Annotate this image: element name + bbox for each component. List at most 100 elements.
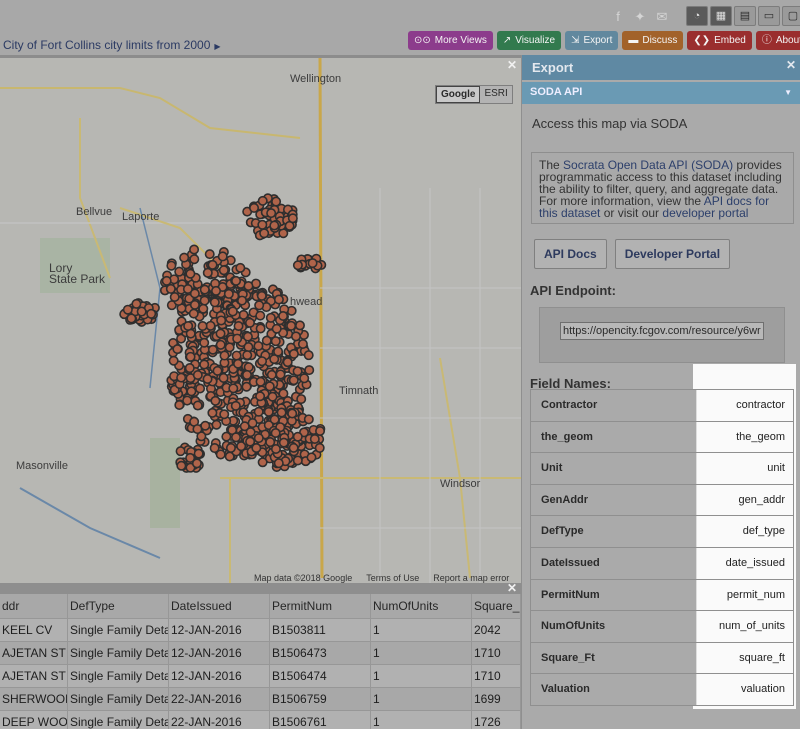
table-row[interactable]: AJETAN ST Single Family Detac 12-JAN-201… bbox=[0, 642, 521, 665]
api-endpoint-field[interactable]: https://opencity.fcgov.com/resource/y6wr bbox=[560, 322, 764, 340]
permit-marker[interactable] bbox=[261, 335, 272, 346]
column-header[interactable]: DateIssued bbox=[169, 594, 270, 618]
breadcrumb[interactable]: City of Fort Collins city limits from 20… bbox=[3, 38, 221, 52]
permit-marker[interactable] bbox=[255, 391, 266, 402]
permit-marker[interactable] bbox=[271, 323, 282, 334]
permit-marker[interactable] bbox=[136, 306, 147, 317]
table-row[interactable]: AJETAN ST Single Family Detac 12-JAN-201… bbox=[0, 665, 521, 688]
permit-marker[interactable] bbox=[257, 356, 268, 367]
permit-marker[interactable] bbox=[270, 444, 281, 455]
permit-marker[interactable] bbox=[282, 357, 293, 368]
permit-marker[interactable] bbox=[299, 373, 310, 384]
permit-marker[interactable] bbox=[232, 333, 243, 344]
permit-marker[interactable] bbox=[304, 365, 315, 376]
permit-marker[interactable] bbox=[273, 346, 284, 357]
permit-marker[interactable] bbox=[215, 328, 226, 339]
embed-button[interactable]: ❮❯ Embed bbox=[687, 31, 752, 50]
permit-marker[interactable] bbox=[307, 258, 318, 269]
permit-marker[interactable] bbox=[209, 297, 220, 308]
permit-marker[interactable] bbox=[146, 308, 157, 319]
permit-marker[interactable] bbox=[202, 267, 213, 278]
permit-marker[interactable] bbox=[185, 268, 196, 279]
permit-marker[interactable] bbox=[122, 304, 133, 315]
permit-marker[interactable] bbox=[202, 373, 213, 384]
export-button[interactable]: ⇲ Export bbox=[565, 31, 619, 50]
permit-marker[interactable] bbox=[303, 414, 314, 425]
permit-marker[interactable] bbox=[263, 406, 274, 417]
breadcrumb-title[interactable]: City of Fort Collins city limits from 20… bbox=[3, 38, 210, 52]
permit-marker[interactable] bbox=[256, 290, 267, 301]
permit-marker[interactable] bbox=[225, 442, 236, 453]
permit-marker[interactable] bbox=[278, 437, 289, 448]
permit-marker[interactable] bbox=[207, 407, 218, 418]
permit-marker[interactable] bbox=[288, 442, 299, 453]
permit-marker[interactable] bbox=[296, 394, 307, 405]
permit-marker[interactable] bbox=[254, 300, 265, 311]
permit-marker[interactable] bbox=[211, 419, 222, 430]
permit-marker[interactable] bbox=[192, 424, 203, 435]
permit-marker[interactable] bbox=[255, 376, 266, 387]
close-icon[interactable]: ✕ bbox=[507, 58, 517, 72]
permit-marker[interactable] bbox=[166, 260, 177, 271]
permit-marker[interactable] bbox=[227, 306, 238, 317]
table-row[interactable]: KEEL CV Single Family Detac 12-JAN-2016 … bbox=[0, 619, 521, 642]
permit-marker[interactable] bbox=[233, 358, 244, 369]
permit-marker[interactable] bbox=[243, 342, 254, 353]
table-row[interactable]: SHERWOOD Single Family Detac 22-JAN-2016… bbox=[0, 688, 521, 711]
permit-marker[interactable] bbox=[175, 446, 186, 457]
permit-marker[interactable] bbox=[288, 348, 299, 359]
permit-marker[interactable] bbox=[204, 249, 215, 260]
permit-marker[interactable] bbox=[189, 254, 200, 265]
permit-marker[interactable] bbox=[207, 259, 218, 270]
permit-marker[interactable] bbox=[292, 431, 303, 442]
permit-marker[interactable] bbox=[185, 351, 196, 362]
permit-marker[interactable] bbox=[176, 372, 187, 383]
permit-marker[interactable] bbox=[251, 442, 262, 453]
about-button[interactable]: ⓘ About bbox=[755, 31, 800, 50]
permit-marker[interactable] bbox=[174, 400, 185, 411]
column-header[interactable]: Square_ bbox=[472, 594, 521, 618]
column-header[interactable]: NumOfUnits bbox=[371, 594, 472, 618]
permit-marker[interactable] bbox=[186, 386, 197, 397]
developer-portal-link[interactable]: developer portal bbox=[662, 206, 748, 220]
permit-marker[interactable] bbox=[242, 331, 253, 342]
permit-marker[interactable] bbox=[217, 251, 228, 262]
permit-marker[interactable] bbox=[185, 452, 196, 463]
permit-marker[interactable] bbox=[303, 350, 314, 361]
permit-marker[interactable] bbox=[275, 369, 286, 380]
permit-marker[interactable] bbox=[314, 442, 325, 453]
permit-marker[interactable] bbox=[243, 281, 254, 292]
permit-marker[interactable] bbox=[168, 355, 179, 366]
permit-marker[interactable] bbox=[212, 365, 223, 376]
permit-marker[interactable] bbox=[192, 370, 203, 381]
more-views-button[interactable]: ⊙⊙ More Views bbox=[408, 31, 493, 50]
map-canvas[interactable] bbox=[0, 58, 521, 583]
permit-marker[interactable] bbox=[230, 400, 241, 411]
permit-marker[interactable] bbox=[218, 372, 229, 383]
permit-marker[interactable] bbox=[244, 317, 255, 328]
close-icon[interactable]: ✕ bbox=[507, 581, 517, 595]
column-header[interactable]: PermitNum bbox=[270, 594, 371, 618]
permit-marker[interactable] bbox=[273, 458, 284, 469]
permit-marker[interactable] bbox=[288, 375, 299, 386]
permit-marker[interactable] bbox=[253, 406, 264, 417]
permit-marker[interactable] bbox=[233, 321, 244, 332]
permit-marker[interactable] bbox=[219, 350, 230, 361]
permit-marker[interactable] bbox=[241, 381, 252, 392]
permit-marker[interactable] bbox=[199, 295, 210, 306]
facebook-icon[interactable]: f bbox=[610, 9, 626, 25]
visualize-button[interactable]: ↗ Visualize bbox=[496, 31, 562, 50]
permit-marker[interactable] bbox=[266, 369, 277, 380]
close-icon[interactable]: ✕ bbox=[786, 58, 796, 72]
permit-marker[interactable] bbox=[197, 321, 208, 332]
permit-marker[interactable] bbox=[223, 288, 234, 299]
permit-marker[interactable] bbox=[287, 408, 298, 419]
permit-marker[interactable] bbox=[235, 262, 246, 273]
permit-marker[interactable] bbox=[224, 342, 235, 353]
discuss-button[interactable]: ▬ Discuss bbox=[622, 31, 684, 50]
permit-marker[interactable] bbox=[192, 400, 203, 411]
permit-marker[interactable] bbox=[215, 339, 226, 350]
permit-marker[interactable] bbox=[165, 283, 176, 294]
permit-marker[interactable] bbox=[174, 266, 185, 277]
maximize-icon[interactable]: ▢ bbox=[782, 6, 800, 26]
